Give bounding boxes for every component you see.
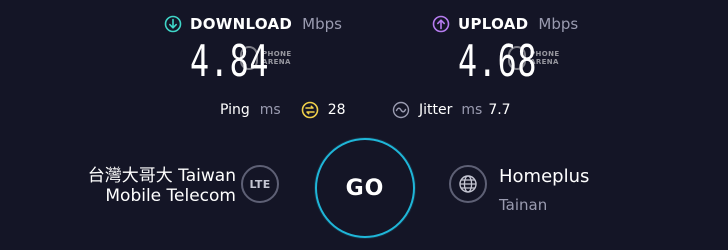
provider-name-line2: Mobile Telecom xyxy=(105,186,236,206)
network-type-label: LTE xyxy=(249,177,271,191)
download-watermark: PHONE ARENA xyxy=(240,46,292,70)
watermark-logo-icon xyxy=(240,46,258,70)
go-button-label: GO xyxy=(345,175,385,201)
upload-watermark: PHONE ARENA xyxy=(508,46,560,70)
watermark-line1: PHONE xyxy=(530,50,560,58)
go-button[interactable]: GO xyxy=(315,138,415,238)
server-location: Tainan xyxy=(499,196,548,214)
upload-title: UPLOAD xyxy=(458,15,529,33)
globe-icon xyxy=(458,174,478,194)
watermark-line2: ARENA xyxy=(530,58,559,66)
provider-name: 台灣大哥大 Taiwan Mobile Telecom xyxy=(0,166,236,206)
ping-row: Ping ms 28 xyxy=(220,100,346,120)
network-type-badge: LTE xyxy=(241,165,279,203)
ping-unit: ms xyxy=(259,102,281,118)
watermark-line1: PHONE xyxy=(262,50,292,58)
ping-label: Ping xyxy=(220,102,250,118)
ping-value: 28 xyxy=(327,102,346,118)
jitter-row: Jitter ms 7.7 xyxy=(392,100,511,120)
jitter-icon xyxy=(392,101,410,119)
jitter-value: 7.7 xyxy=(488,102,511,118)
server-badge[interactable] xyxy=(449,165,487,203)
server-name[interactable]: Homeplus xyxy=(499,166,589,187)
download-arrow-icon xyxy=(164,15,182,33)
download-unit: Mbps xyxy=(302,15,342,33)
jitter-label: Jitter xyxy=(419,102,453,118)
ping-icon xyxy=(301,101,319,119)
provider-name-line1: 台灣大哥大 Taiwan xyxy=(87,166,236,186)
download-header: DOWNLOAD Mbps xyxy=(164,14,342,34)
jitter-unit: ms xyxy=(461,102,483,118)
upload-unit: Mbps xyxy=(538,15,579,33)
upload-arrow-icon xyxy=(432,15,450,33)
watermark-logo-icon xyxy=(508,46,526,70)
watermark-line2: ARENA xyxy=(262,58,291,66)
download-title: DOWNLOAD xyxy=(190,15,293,33)
upload-header: UPLOAD Mbps xyxy=(432,14,578,34)
